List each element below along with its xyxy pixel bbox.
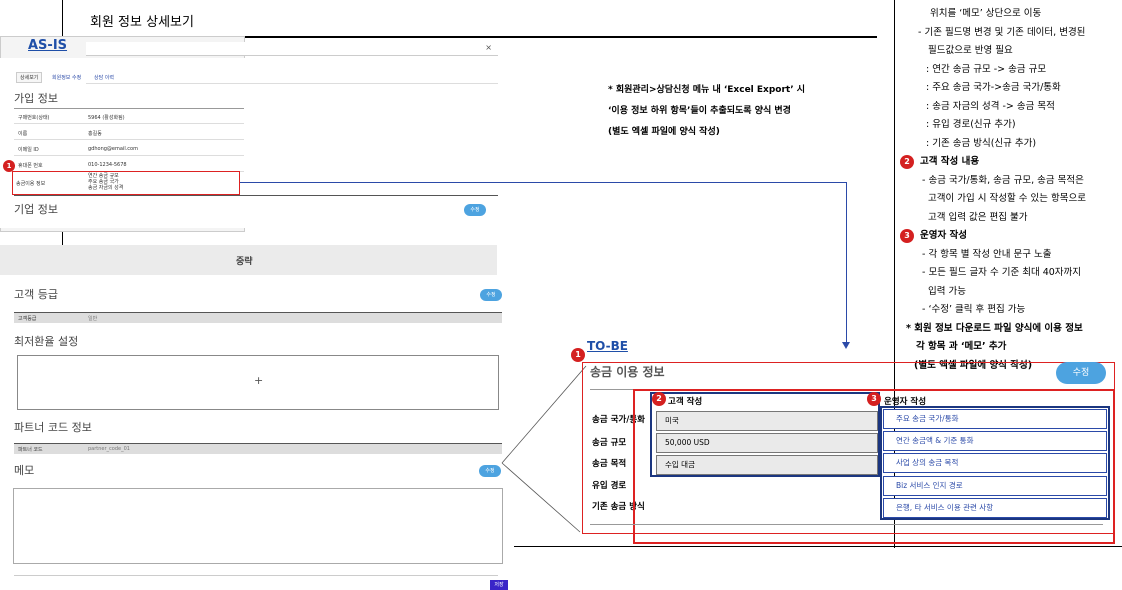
note-line: - 기존 필드명 변경 및 기존 데이터, 변경된 <box>918 26 1086 38</box>
tab-detail[interactable]: 상세보기 <box>16 72 43 83</box>
label-purpose: 송금 목적 <box>592 459 627 469</box>
badge-3-tobe: 3 <box>867 392 881 406</box>
memo-textarea[interactable] <box>13 488 503 564</box>
asis-header-bar: × <box>86 42 498 56</box>
note-line: : 연간 송금 규모 -> 송금 규모 <box>926 63 1047 75</box>
rate-title: 최저환율 설정 <box>14 335 79 348</box>
operator-field-channel[interactable]: Biz 서비스 인지 경로 <box>883 476 1107 496</box>
excel-export-note: * 회원관리>상담신청 메뉴 내 ‘Excel Export’ 시 ‘이용 정보… <box>608 80 868 143</box>
note-line: 고객이 가입 시 작성할 수 있는 항목으로 <box>928 193 1086 204</box>
note-line: : 기존 송금 방식(신규 추가) <box>926 137 1037 149</box>
note-line: : 유입 경로(신규 추가) <box>926 119 1016 130</box>
operator-field-country[interactable]: 주요 송금 국가/통화 <box>883 409 1107 429</box>
connector-line-h <box>240 182 846 183</box>
note-line: 위치를 ‘메모’ 상단으로 이동 <box>930 8 1042 19</box>
memo-title: 메모 <box>14 464 35 477</box>
note-line: 입력 가능 <box>928 285 966 297</box>
grade-row: 고객등급 일반 <box>14 312 502 323</box>
connector-line-v <box>846 182 847 344</box>
badge-3: 3 <box>900 229 914 243</box>
note-line: * 회원관리>상담신청 메뉴 내 ‘Excel Export’ 시 <box>608 85 806 95</box>
note-line: (별도 엑셀 파일에 양식 작성) <box>608 127 720 137</box>
label-channel: 유입 경로 <box>592 481 627 491</box>
operator-field-amount[interactable]: 연간 송금액 & 기준 통화 <box>883 431 1107 451</box>
edit-button-usage[interactable]: 수정 <box>1056 362 1106 384</box>
partner-row: 파트너 코드 partner_code_01 <box>14 443 502 454</box>
edit-button-grade[interactable]: 수정 <box>480 289 502 301</box>
badge-2: 2 <box>900 155 914 169</box>
badge-1-asis: 1 <box>3 160 15 172</box>
rate-add-box[interactable]: + <box>17 355 499 410</box>
list-item: 이메일 ID gdhong@email.com <box>14 142 244 156</box>
note-line: 각 항목 과 ‘메모’ 추가 <box>916 341 1007 352</box>
section-heading-operator: 3 운영자 작성 <box>898 227 1122 246</box>
usage-section-title: 송금 이용 정보 <box>590 365 665 379</box>
note-line: - 각 항목 별 작성 안내 문구 노출 <box>922 248 1052 260</box>
tobe-label: TO-BE <box>587 339 628 353</box>
frame-line-bottom <box>514 546 1122 547</box>
asis-highlight-box <box>12 171 240 195</box>
tab-edit[interactable]: 회원정보 수정 <box>52 74 81 81</box>
grade-title: 고객 등급 <box>14 288 58 301</box>
omitted-label: 중략 <box>236 257 253 267</box>
asis-content-ext <box>86 58 498 84</box>
frame-line-left <box>62 0 63 36</box>
save-button[interactable]: 저장 <box>490 580 508 590</box>
close-icon[interactable]: × <box>485 43 492 52</box>
badge-1-tobe: 1 <box>571 348 585 362</box>
list-item: 이름 홍길동 <box>14 126 244 140</box>
note-line: - 송금 국가/통화, 송금 규모, 송금 목적은 <box>922 174 1084 186</box>
tab-history[interactable]: 상담 이력 <box>94 74 114 81</box>
note-line: - 모든 필드 글자 수 기준 최대 40자까지 <box>922 267 1082 278</box>
operator-column-title: 운영자 작성 <box>884 397 927 407</box>
connector-arrow-icon <box>842 342 850 349</box>
requirement-notes: 위치를 ‘메모’ 상단으로 이동 - 기존 필드명 변경 및 기존 데이터, 변… <box>898 0 1122 375</box>
join-info-title: 가입 정보 <box>14 92 58 105</box>
asis-label: AS-IS <box>28 38 68 53</box>
edit-button-company-2[interactable]: 수정 <box>464 204 486 216</box>
zoom-lines <box>501 365 587 533</box>
note-line: : 송금 자금의 성격 -> 송금 목적 <box>926 100 1055 112</box>
plus-icon: + <box>254 374 264 387</box>
note-line: 고객 입력 값은 편집 불가 <box>928 211 1028 223</box>
section-heading-customer: 2 고객 작성 내용 <box>898 153 1122 172</box>
operator-field-purpose[interactable]: 사업 상의 송금 목적 <box>883 453 1107 473</box>
note-line: * 회원 정보 다운로드 파일 양식에 이용 정보 <box>906 322 1083 334</box>
note-line: 필드값으로 반영 필요 <box>928 45 1013 56</box>
edit-button-memo[interactable]: 수정 <box>479 465 501 477</box>
page-title: 회원 정보 상세보기 <box>90 15 194 30</box>
list-item: 휴대폰 번호 010-1234-5678 <box>14 158 244 172</box>
note-line: ‘이용 정보 하위 항목’들이 추출되도록 양식 변경 <box>608 106 791 116</box>
label-amount: 송금 규모 <box>592 438 627 448</box>
note-line: : 주요 송금 국가->송금 국가/통화 <box>926 82 1061 93</box>
note-line: - ‘수정’ 클릭 후 편집 가능 <box>922 304 1026 315</box>
partner-title: 파트너 코드 정보 <box>14 421 92 434</box>
company-info-title: 기업 정보 <box>14 203 58 216</box>
operator-field-existing[interactable]: 은행, 타 서비스 이용 관련 사항 <box>883 498 1107 518</box>
asis-company-row <box>84 196 498 226</box>
list-item: 구매번호(상태) 5964 (활성화됨) <box>14 110 244 124</box>
